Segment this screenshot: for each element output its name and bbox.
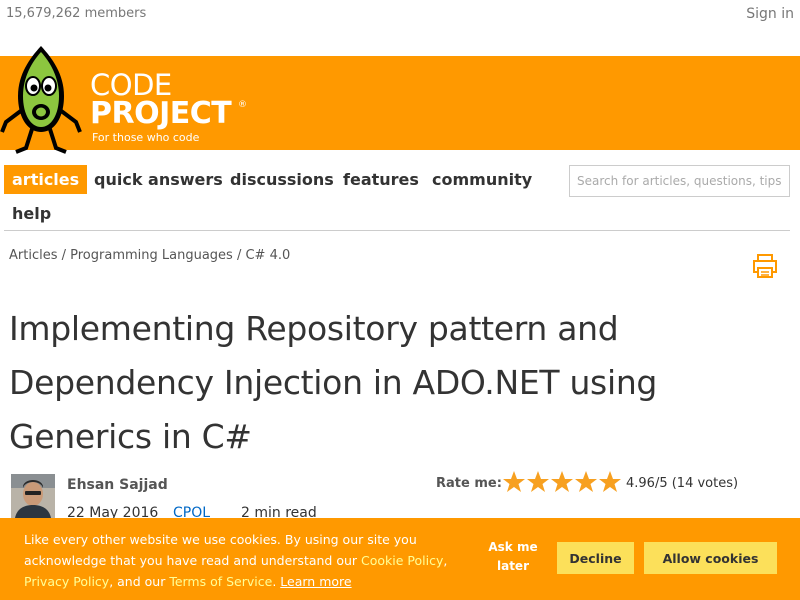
breadcrumb-csharp[interactable]: C# 4.0 xyxy=(245,248,290,263)
cookie-consent-bar: Like every other website we use cookies.… xyxy=(0,518,800,600)
star-icon[interactable] xyxy=(598,469,622,495)
ask-me-later-button[interactable]: Ask me later xyxy=(484,538,542,576)
nav-item-help[interactable]: help xyxy=(4,199,59,228)
sign-in-link[interactable]: Sign in xyxy=(746,6,794,22)
nav-item-articles[interactable]: articles xyxy=(4,165,88,194)
rate-label: Rate me: xyxy=(436,476,502,491)
author-avatar[interactable] xyxy=(11,474,55,518)
nav-item-discussions[interactable]: discussions xyxy=(222,165,342,194)
logo-line-project: PROJECT xyxy=(90,96,232,131)
rating-score: 4.96/5 (14 votes) xyxy=(626,476,739,491)
author-name[interactable]: Ehsan Sajjad xyxy=(67,477,168,493)
star-icon[interactable] xyxy=(574,469,598,495)
nav-divider xyxy=(4,230,790,231)
nav-item-quick-answers[interactable]: quick answers xyxy=(86,165,231,194)
breadcrumb: Articles / Programming Languages / C# 4.… xyxy=(9,248,290,263)
member-count: 15,679,262 members xyxy=(6,6,147,21)
logo-tagline: For those who code xyxy=(92,131,200,144)
terms-of-service-link[interactable]: Terms of Service xyxy=(169,574,272,589)
cookie-text-mid: , and our xyxy=(109,574,170,589)
cookie-text-comma: , xyxy=(443,553,448,568)
article-title: Implementing Repository pattern and Depe… xyxy=(9,309,658,456)
privacy-policy-link[interactable]: Privacy Policy xyxy=(24,574,109,589)
logo-registered-mark: ® xyxy=(238,100,247,110)
cookie-message: Like every other website we use cookies.… xyxy=(24,529,474,592)
learn-more-link[interactable]: Learn more xyxy=(280,574,351,589)
codeproject-mascot-icon[interactable] xyxy=(0,44,82,156)
star-icon[interactable] xyxy=(526,469,550,495)
nav-item-features[interactable]: features xyxy=(335,165,427,194)
top-bar: 15,679,262 members Sign in xyxy=(0,0,800,56)
allow-cookies-button[interactable]: Allow cookies xyxy=(644,542,777,574)
breadcrumb-separator: / xyxy=(232,248,246,263)
cookie-text-intro: Like every other website we use cookies.… xyxy=(24,532,417,568)
star-icon[interactable] xyxy=(502,469,526,495)
breadcrumb-articles[interactable]: Articles xyxy=(9,248,57,263)
print-icon[interactable] xyxy=(752,253,778,279)
nav-item-community[interactable]: community xyxy=(424,165,540,194)
breadcrumb-separator: / xyxy=(57,248,71,263)
breadcrumb-programming-languages[interactable]: Programming Languages xyxy=(70,248,233,263)
search-input[interactable] xyxy=(569,165,790,197)
decline-button[interactable]: Decline xyxy=(557,542,634,574)
star-icon[interactable] xyxy=(550,469,574,495)
cookie-policy-link[interactable]: Cookie Policy xyxy=(361,553,443,568)
